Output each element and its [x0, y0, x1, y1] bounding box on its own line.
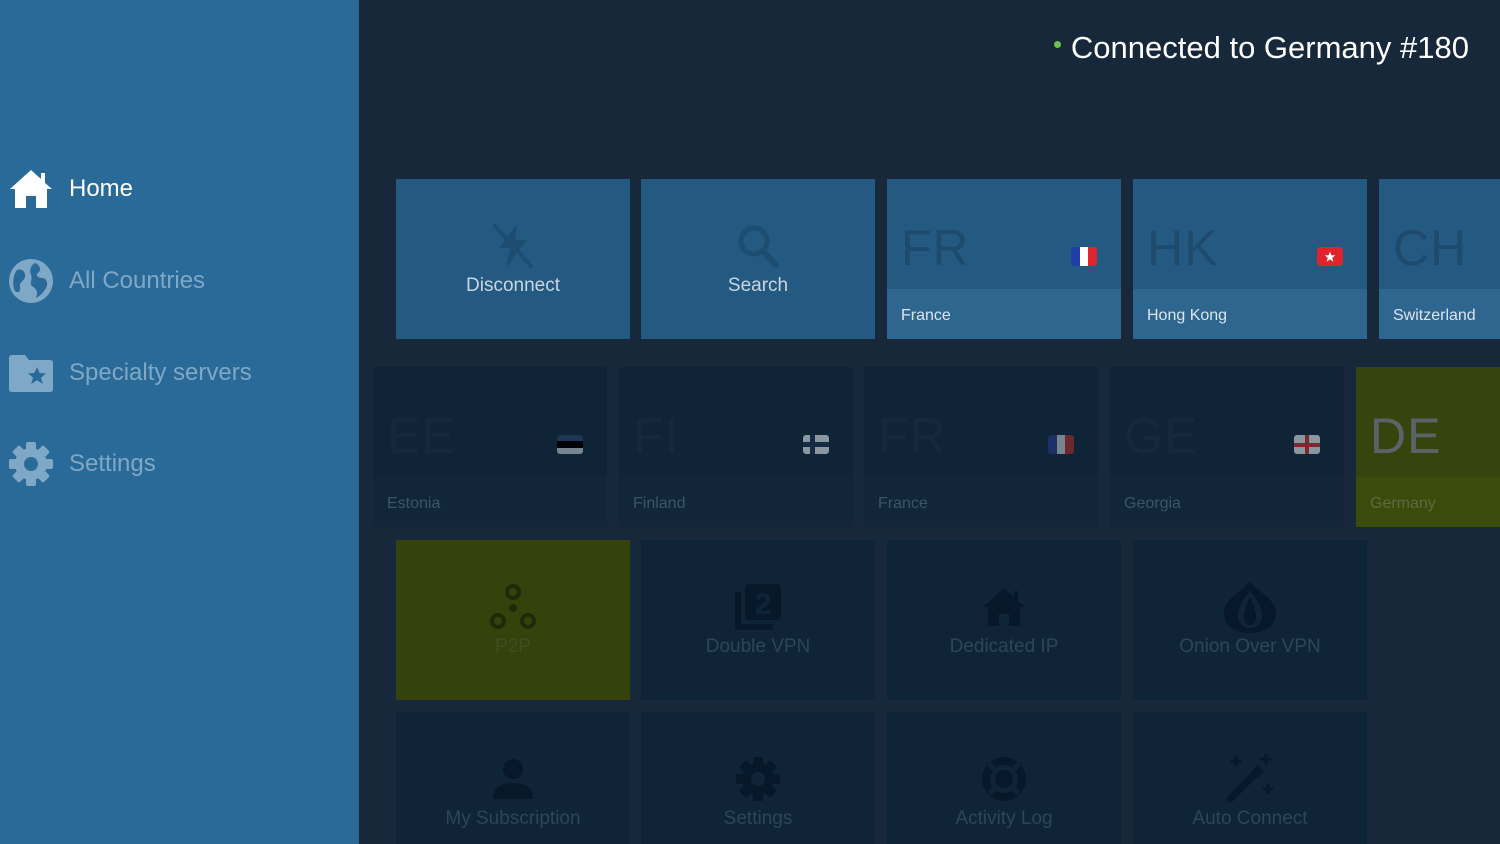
home-icon	[8, 166, 54, 212]
country-tile-finland[interactable]: FI Finland	[619, 367, 853, 527]
house-icon	[887, 582, 1121, 632]
country-code: GE	[1124, 408, 1199, 464]
country-name-bar: Georgia	[1110, 477, 1344, 527]
disconnect-icon	[396, 221, 630, 271]
tile-label: Disconnect	[466, 275, 560, 296]
estonia-flag-icon	[557, 435, 583, 454]
status-dot-icon	[1053, 40, 1061, 48]
tile-label: Dedicated IP	[949, 636, 1059, 657]
tile-label: Activity Log	[955, 808, 1053, 829]
country-code: FI	[633, 408, 680, 464]
georgia-flag-icon	[1294, 435, 1320, 454]
country-name-bar: Finland	[619, 477, 853, 527]
country-name-bar: Hong Kong	[1133, 289, 1367, 339]
finland-flag-icon	[803, 435, 829, 454]
tile-label: Auto Connect	[1192, 808, 1308, 829]
double-vpn-button[interactable]: 2 Double VPN	[641, 540, 875, 700]
country-code: HK	[1147, 220, 1219, 276]
country-name: Finland	[633, 495, 686, 512]
settings-tile-button[interactable]: Settings	[641, 712, 875, 844]
country-name: Hong Kong	[1147, 307, 1228, 324]
connection-status-text: Connected to Germany #180	[1070, 30, 1469, 65]
my-subscription-button[interactable]: My Subscription	[396, 712, 630, 844]
country-tile-france-2[interactable]: FR France	[864, 367, 1098, 527]
p2p-button[interactable]: P2P	[396, 540, 630, 700]
country-name-bar: Germany	[1356, 477, 1500, 527]
dedicated-ip-button[interactable]: Dedicated IP	[887, 540, 1121, 700]
country-code: FR	[878, 408, 947, 464]
gear-icon	[641, 754, 875, 804]
country-code: EE	[387, 408, 456, 464]
activity-log-button[interactable]: Activity Log	[887, 712, 1121, 844]
tile-label: Search	[727, 275, 789, 296]
sidebar-item-label: All Countries	[69, 267, 206, 294]
disconnect-button[interactable]: Disconnect	[396, 179, 630, 339]
onion-icon	[1133, 582, 1367, 633]
country-tile-hong-kong[interactable]: HK Hong Kong	[1133, 179, 1367, 339]
sidebar-item-label: Home	[69, 175, 134, 202]
hong-kong-flag-icon	[1317, 247, 1343, 266]
sidebar-item-label: Settings	[69, 450, 156, 477]
sidebar-item-all-countries[interactable]: All Countries	[0, 251, 359, 311]
gear-icon	[8, 441, 54, 487]
france-flag-icon	[1071, 247, 1097, 266]
sidebar-item-home[interactable]: Home	[0, 159, 359, 219]
country-name: Switzerland	[1393, 307, 1476, 324]
country-name: France	[878, 495, 928, 512]
country-tile-georgia[interactable]: GE Georgia	[1110, 367, 1344, 527]
country-code: CH	[1393, 220, 1468, 276]
globe-icon	[8, 258, 54, 304]
sidebar-item-label: Specialty servers	[69, 359, 252, 386]
tile-label: Settings	[723, 808, 793, 829]
tile-label: Double VPN	[705, 636, 811, 657]
tile-label: P2P	[495, 636, 531, 657]
tile-label: My Subscription	[445, 808, 581, 829]
france-flag-icon	[1048, 435, 1074, 454]
country-name: France	[901, 307, 951, 324]
country-tile-estonia[interactable]: EE Estonia	[373, 367, 607, 527]
onion-over-vpn-button[interactable]: Onion Over VPN	[1133, 540, 1367, 700]
country-name-bar: France	[887, 289, 1121, 339]
country-name-bar: Switzerland	[1379, 289, 1500, 339]
sidebar-item-specialty-servers[interactable]: Specialty servers	[0, 343, 359, 403]
country-tile-germany[interactable]: DE Germany	[1356, 367, 1500, 527]
lifebuoy-icon	[887, 754, 1121, 804]
connection-status: Connected to Germany #180	[1053, 30, 1469, 66]
country-tile-switzerland[interactable]: CH Switzerland	[1379, 179, 1500, 339]
country-name: Estonia	[387, 495, 441, 512]
svg-text:2: 2	[755, 588, 772, 621]
country-code: DE	[1370, 408, 1442, 464]
folder-star-icon	[8, 350, 54, 396]
p2p-icon	[396, 582, 630, 632]
country-name-bar: Estonia	[373, 477, 607, 527]
country-tile-france[interactable]: FR France	[887, 179, 1121, 339]
country-name: Georgia	[1124, 495, 1181, 512]
tile-label: Onion Over VPN	[1179, 636, 1321, 657]
auto-connect-button[interactable]: Auto Connect	[1133, 712, 1367, 844]
user-icon	[396, 754, 630, 804]
search-icon	[641, 221, 875, 271]
search-button[interactable]: Search	[641, 179, 875, 339]
sidebar: Home All Countries Specialty servers Set…	[0, 0, 359, 844]
double-vpn-icon: 2	[641, 582, 875, 632]
country-name: Germany	[1370, 495, 1436, 512]
country-code: FR	[901, 220, 970, 276]
country-name-bar: France	[864, 477, 1098, 527]
sidebar-item-settings[interactable]: Settings	[0, 434, 359, 494]
magic-wand-icon	[1133, 753, 1367, 804]
